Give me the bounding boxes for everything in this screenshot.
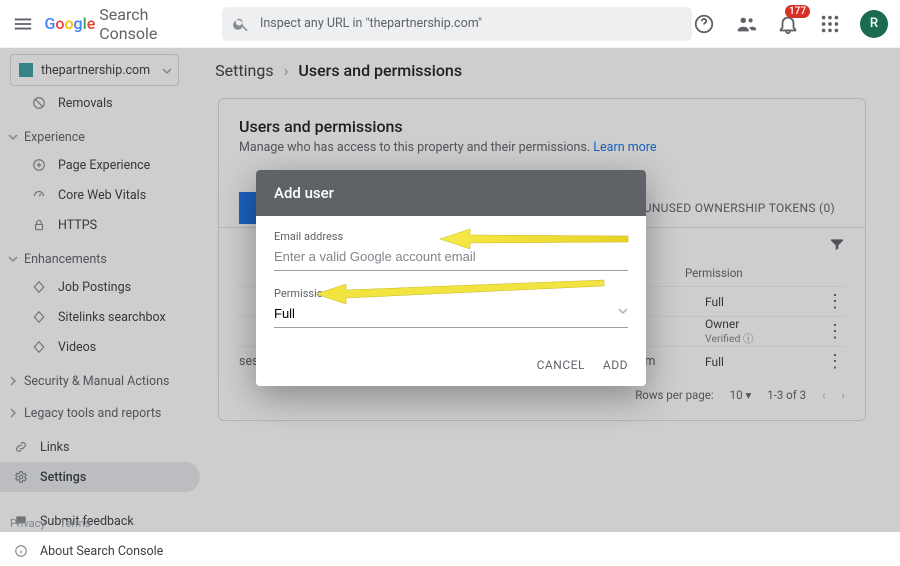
notifications-icon[interactable]: 177 bbox=[776, 12, 800, 36]
terms-link[interactable]: Terms bbox=[60, 517, 91, 530]
product-logo: Google Search Console bbox=[44, 5, 200, 43]
apps-icon[interactable] bbox=[818, 12, 842, 36]
dialog-actions: CANCEL ADD bbox=[256, 350, 646, 386]
add-user-dialog: Add user Email address Permission CANCEL… bbox=[256, 170, 646, 386]
footer-links: Privacy Terms bbox=[10, 517, 90, 530]
dialog-title: Add user bbox=[256, 170, 646, 216]
people-icon[interactable] bbox=[734, 12, 758, 36]
top-bar: Google Search Console Inspect any URL in… bbox=[0, 0, 900, 48]
top-actions: 177 R bbox=[692, 10, 888, 38]
info-icon bbox=[12, 544, 30, 558]
menu-icon[interactable] bbox=[12, 12, 34, 36]
help-icon[interactable] bbox=[692, 12, 716, 36]
account-avatar[interactable]: R bbox=[860, 10, 888, 38]
url-inspect-search[interactable]: Inspect any URL in "thepartnership.com" bbox=[222, 7, 692, 41]
privacy-link[interactable]: Privacy bbox=[10, 517, 46, 530]
search-icon bbox=[232, 15, 250, 33]
email-field[interactable] bbox=[274, 243, 628, 271]
notif-badge: 177 bbox=[785, 5, 810, 18]
cancel-button[interactable]: CANCEL bbox=[537, 358, 585, 372]
permission-select[interactable] bbox=[274, 300, 628, 328]
add-button[interactable]: ADD bbox=[603, 358, 628, 372]
permission-label: Permission bbox=[274, 287, 628, 300]
sidebar-item-about[interactable]: About Search Console bbox=[0, 536, 200, 566]
chevron-down-icon bbox=[618, 306, 628, 316]
search-placeholder: Inspect any URL in "thepartnership.com" bbox=[260, 16, 482, 31]
email-label: Email address bbox=[274, 230, 628, 243]
